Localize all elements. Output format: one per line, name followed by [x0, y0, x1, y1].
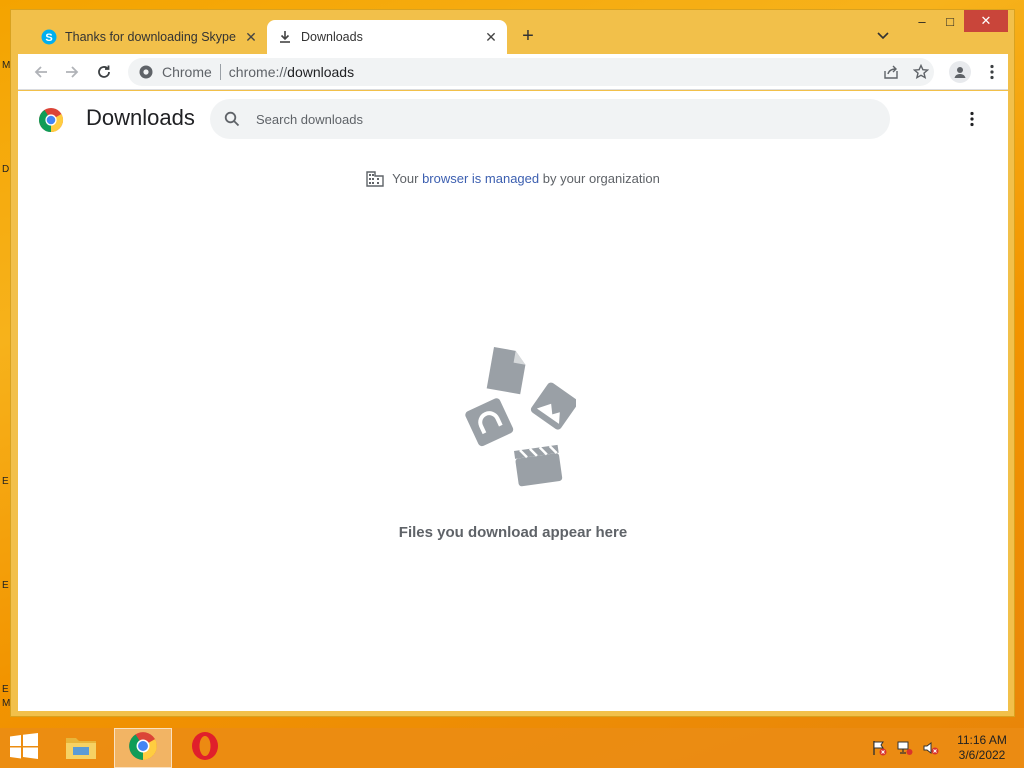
- downloads-header: Downloads: [18, 91, 1008, 147]
- windows-logo-icon: [10, 732, 38, 764]
- new-tab-button[interactable]: +: [516, 24, 540, 48]
- svg-text:S: S: [45, 32, 52, 44]
- site-origin-label: Chrome: [162, 64, 212, 80]
- chevron-down-icon[interactable]: [873, 26, 893, 46]
- search-input[interactable]: [256, 111, 816, 127]
- audio-file-icon: [465, 398, 514, 447]
- managed-prefix: Your: [392, 170, 423, 186]
- video-icon: [514, 444, 563, 487]
- back-button[interactable]: [29, 60, 53, 84]
- empty-state-illustration: [450, 343, 578, 491]
- desktop-icon-label: E: [2, 580, 9, 591]
- taskbar: 11:16 AM 3/6/2022: [0, 728, 1024, 768]
- profile-button[interactable]: [948, 60, 972, 84]
- page-title: Downloads: [86, 105, 195, 130]
- search-box[interactable]: [210, 99, 890, 139]
- forward-button[interactable]: [60, 60, 84, 84]
- minimize-button[interactable]: –: [909, 10, 935, 32]
- managed-link[interactable]: browser is managed: [422, 171, 539, 186]
- managed-suffix: by your organization: [539, 170, 660, 186]
- address-bar[interactable]: Chrome chrome://downloads: [128, 58, 934, 86]
- avatar: [949, 61, 971, 83]
- image-icon: [530, 382, 578, 430]
- tab-skype[interactable]: S Thanks for downloading Skype ✕: [31, 20, 267, 54]
- file-explorer-button[interactable]: [58, 728, 104, 768]
- divider: [219, 64, 221, 80]
- maximize-button[interactable]: □: [937, 10, 963, 32]
- kebab-menu-icon[interactable]: [980, 60, 1004, 84]
- volume-muted-icon[interactable]: [922, 739, 940, 757]
- reload-button[interactable]: [92, 60, 116, 84]
- bookmark-star-icon[interactable]: [912, 63, 930, 81]
- system-tray: [870, 728, 940, 768]
- url-text[interactable]: chrome://downloads: [229, 64, 354, 80]
- taskbar-clock[interactable]: 11:16 AM 3/6/2022: [950, 733, 1014, 763]
- start-button[interactable]: [4, 728, 44, 768]
- share-icon[interactable]: [882, 63, 900, 81]
- close-window-button[interactable]: ✕: [964, 10, 1008, 32]
- clock-time: 11:16 AM: [957, 733, 1007, 747]
- file-explorer-icon: [65, 732, 97, 765]
- empty-state-message: Files you download appear here: [398, 524, 628, 541]
- action-center-flag-icon[interactable]: [870, 739, 888, 757]
- opera-taskbar-button[interactable]: [180, 728, 230, 768]
- managed-notice: Your browser is managed by your organiza…: [18, 169, 1008, 187]
- opera-icon: [190, 731, 220, 766]
- building-icon: [366, 169, 384, 187]
- tab-strip: S Thanks for downloading Skype ✕ Downloa…: [11, 10, 1014, 55]
- browser-window: S Thanks for downloading Skype ✕ Downloa…: [10, 9, 1015, 717]
- desktop-icon-label: E: [2, 476, 9, 487]
- close-icon[interactable]: ✕: [241, 27, 261, 47]
- downloads-page: Downloads Your browser is managed by you…: [18, 91, 1008, 711]
- more-actions-icon[interactable]: [962, 109, 982, 129]
- close-icon[interactable]: ✕: [481, 27, 501, 47]
- skype-icon: S: [41, 29, 57, 45]
- tab-title: Downloads: [301, 30, 363, 44]
- desktop-icon-label: E: [2, 684, 9, 695]
- document-icon: [486, 347, 526, 395]
- chrome-taskbar-button[interactable]: [114, 728, 172, 768]
- desktop-icon-label: D: [2, 164, 10, 175]
- tab-title: Thanks for downloading Skype: [65, 30, 236, 44]
- tab-downloads[interactable]: Downloads ✕: [267, 20, 507, 54]
- browser-toolbar: Chrome chrome://downloads: [18, 54, 1008, 90]
- chrome-site-icon: [138, 64, 154, 80]
- clock-date: 3/6/2022: [958, 748, 1006, 762]
- network-icon[interactable]: [896, 739, 914, 757]
- chrome-icon: [128, 731, 158, 766]
- download-icon: [277, 29, 293, 45]
- chrome-logo-icon: [38, 107, 64, 133]
- search-icon[interactable]: [222, 109, 242, 129]
